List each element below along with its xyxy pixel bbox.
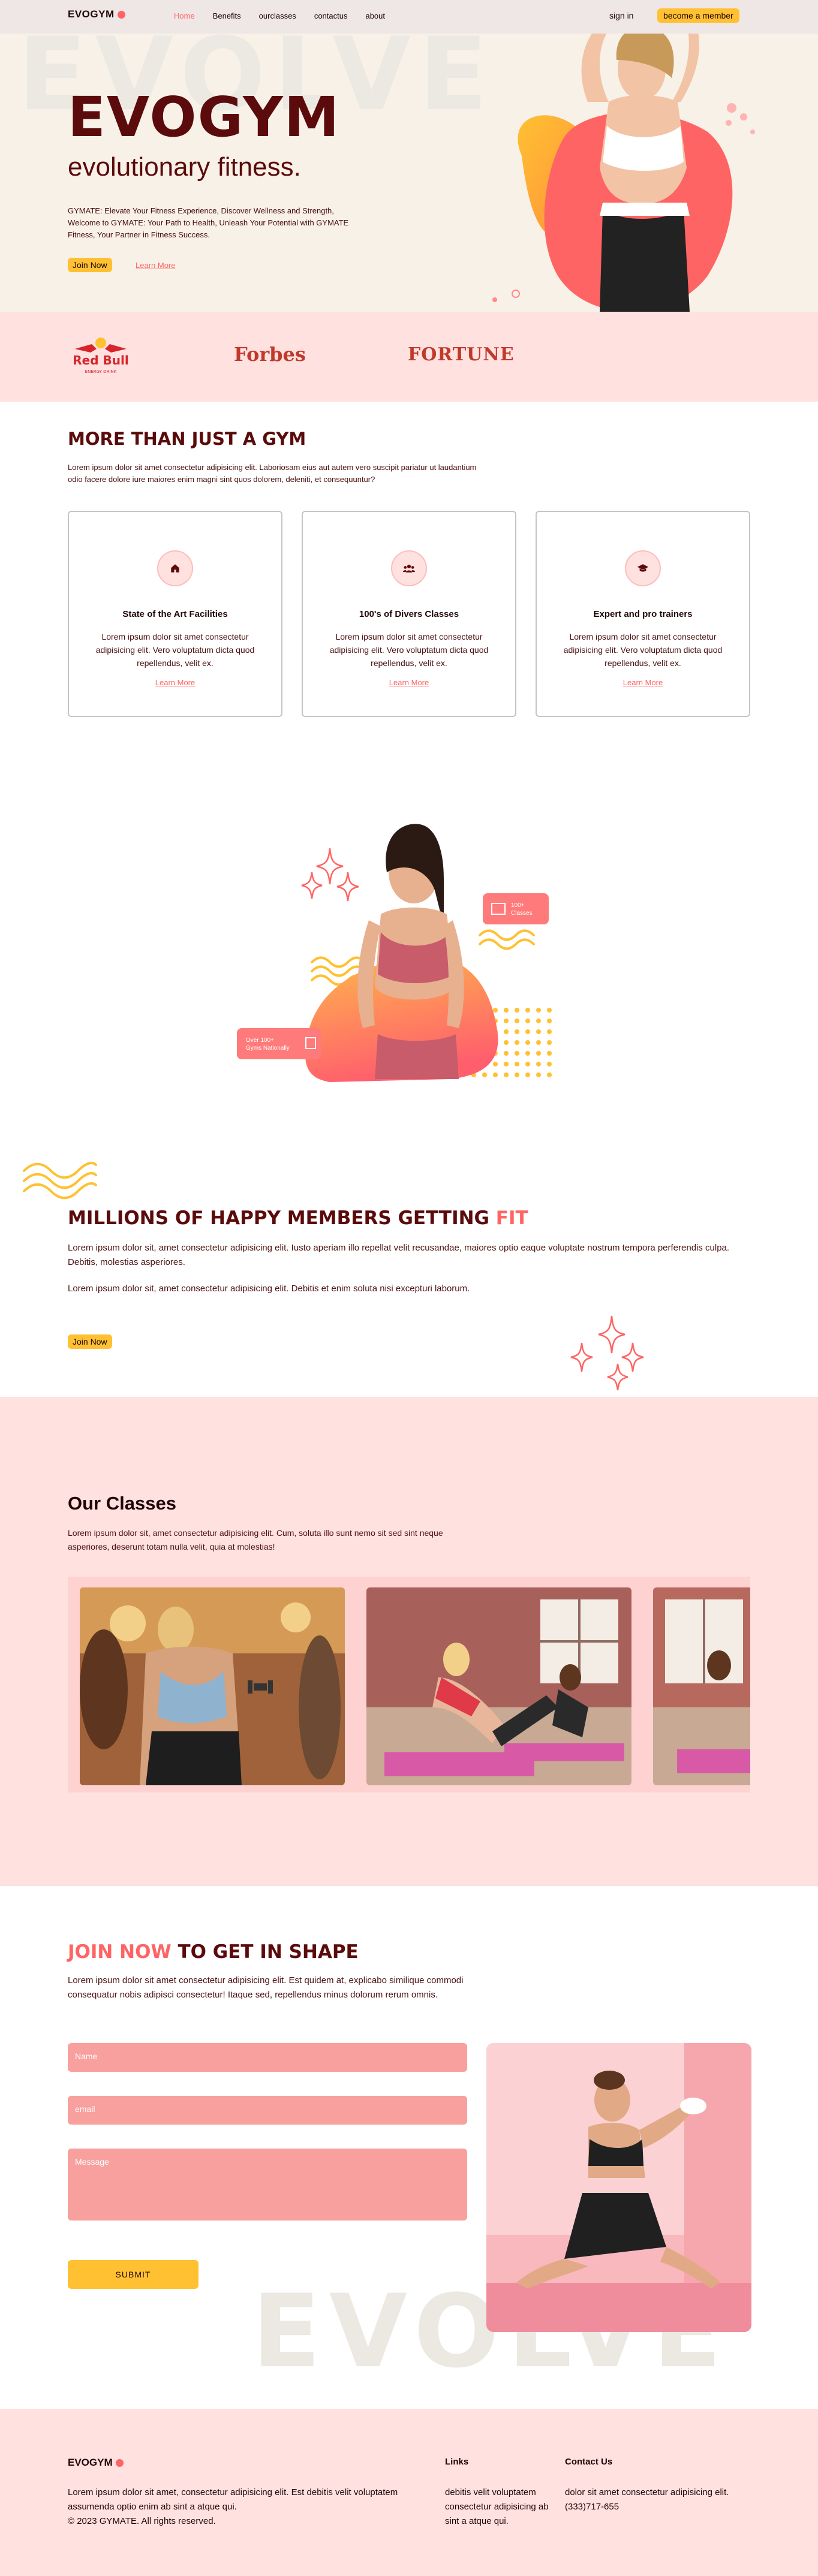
footer-logo-text: EVOGYM bbox=[68, 2457, 113, 2468]
footer-phone[interactable]: (333)717-655 bbox=[565, 2500, 757, 2514]
redbull-logo: Red Bull ENERGY DRINK bbox=[73, 338, 129, 374]
hero-title: EVOGYM bbox=[68, 85, 341, 149]
sign-in-link[interactable]: sign in bbox=[609, 11, 633, 20]
redbull-subtitle: ENERGY DRINK bbox=[85, 369, 117, 374]
benefit-card-learn-more[interactable]: Learn More bbox=[303, 678, 515, 687]
nav-logo[interactable]: EVOGYM bbox=[68, 8, 125, 20]
class-image-floor-exercise[interactable] bbox=[366, 1587, 631, 1785]
nav-link-home[interactable]: Home bbox=[174, 11, 195, 20]
home-icon bbox=[157, 550, 193, 586]
benefit-card-text: Lorem ipsum dolor sit amet consectetur a… bbox=[563, 632, 723, 668]
members-heading: MILLIONS OF HAPPY MEMBERS GETTING FIT bbox=[68, 1207, 528, 1229]
nav-link-benefits[interactable]: Benefits bbox=[213, 11, 241, 20]
fortune-logo: FORTUNE bbox=[408, 344, 515, 365]
benefit-card-learn-more[interactable]: Learn More bbox=[69, 678, 281, 687]
members-paragraph-1: Lorem ipsum dolor sit, amet consectetur … bbox=[68, 1243, 730, 1267]
benefit-card-title: Expert and pro trainers bbox=[593, 609, 693, 619]
decor-wave-left bbox=[23, 1162, 97, 1200]
class-image-group-class[interactable] bbox=[653, 1587, 750, 1785]
footer-copyright: © 2023 GYMATE. All rights reserved. bbox=[68, 2516, 216, 2526]
classes-heading: Our Classes bbox=[68, 1493, 176, 1514]
footer-about-text: Lorem ipsum dolor sit amet, consectetur … bbox=[68, 2487, 398, 2512]
classes-carousel[interactable] bbox=[68, 1577, 750, 1792]
nav-links: Home Benefits ourclasses contactus about bbox=[174, 11, 385, 20]
classes-section: Our Classes Lorem ipsum dolor sit, amet … bbox=[0, 1397, 818, 1886]
hero-join-button[interactable]: Join Now bbox=[68, 258, 112, 272]
become-member-button[interactable]: become a member bbox=[657, 8, 739, 23]
users-icon bbox=[391, 550, 427, 586]
graduation-cap-icon bbox=[625, 550, 661, 586]
footer-contact-title: Contact Us bbox=[565, 2457, 613, 2467]
classes-intro: Lorem ipsum dolor sit, amet consectetur … bbox=[68, 1528, 443, 1551]
benefit-card-text: Lorem ipsum dolor sit amet consectetur a… bbox=[95, 632, 255, 668]
join-intro: Lorem ipsum dolor sit amet consectetur a… bbox=[68, 1975, 464, 2000]
benefits-heading: MORE THAN JUST A GYM bbox=[68, 429, 306, 449]
logo-dot-icon bbox=[115, 2459, 124, 2467]
badge-gyms-line2: Gyms Nationally bbox=[246, 1045, 290, 1052]
benefit-card-text: Lorem ipsum dolor sit amet consectetur a… bbox=[329, 632, 489, 668]
hero-woman-illustration bbox=[492, 24, 755, 312]
name-field[interactable]: Name bbox=[68, 2043, 467, 2072]
members-heading-main: MILLIONS OF HAPPY MEMBERS GETTING bbox=[68, 1207, 496, 1229]
badge-gyms-line1: Over 100+ bbox=[246, 1037, 274, 1044]
badge-classes-label: Classes bbox=[511, 910, 533, 917]
members-heading-highlight: FIT bbox=[495, 1207, 528, 1229]
redbull-wordmark: Red Bull bbox=[73, 353, 128, 367]
footer-links-title: Links bbox=[445, 2457, 469, 2467]
footer: EVOGYM Lorem ipsum dolor sit amet, conse… bbox=[0, 2409, 818, 2576]
benefit-card-classes: 100's of Divers Classes Lorem ipsum dolo… bbox=[302, 511, 516, 717]
footer-about: Lorem ipsum dolor sit amet, consectetur … bbox=[68, 2485, 404, 2529]
footer-logo[interactable]: EVOGYM bbox=[68, 2457, 124, 2469]
sponsors-bar: Red Bull ENERGY DRINK Forbes FORTUNE bbox=[0, 312, 818, 402]
nav-link-ourclasses[interactable]: ourclasses bbox=[259, 11, 296, 20]
nav-link-contactus[interactable]: contactus bbox=[314, 11, 348, 20]
class-image-dumbbells[interactable] bbox=[80, 1587, 345, 1785]
join-woman-photo bbox=[486, 2043, 751, 2332]
join-heading-highlight: JOIN NOW bbox=[68, 1941, 172, 1963]
footer-contact: dolor sit amet consectetur adipisicing e… bbox=[565, 2485, 757, 2514]
decor-sparkles-icon bbox=[570, 1315, 644, 1391]
forbes-logo: Forbes bbox=[234, 343, 306, 366]
email-field[interactable]: email bbox=[68, 2096, 467, 2125]
members-woman-illustration: 100+ Classes Over 100+ Gyms Nationally bbox=[237, 824, 552, 1082]
nav-link-about[interactable]: about bbox=[365, 11, 385, 20]
join-heading-main: TO GET IN SHAPE bbox=[171, 1941, 359, 1963]
members-join-button[interactable]: Join Now bbox=[68, 1334, 112, 1349]
join-heading: JOIN NOW TO GET IN SHAPE bbox=[68, 1941, 359, 1963]
logo-dot-icon bbox=[117, 10, 125, 19]
benefit-card-learn-more[interactable]: Learn More bbox=[537, 678, 749, 687]
hero-subtitle: evolutionary fitness. bbox=[68, 152, 301, 182]
benefit-card-trainers: Expert and pro trainers Lorem ipsum dolo… bbox=[536, 511, 750, 717]
top-navbar: EVOGYM Home Benefits ourclasses contactu… bbox=[0, 0, 818, 34]
benefit-card-title: 100's of Divers Classes bbox=[359, 609, 459, 619]
benefit-card-title: State of the Art Facilities bbox=[122, 609, 228, 619]
footer-links-text[interactable]: debitis velit voluptatem consectetur adi… bbox=[445, 2485, 565, 2529]
footer-contact-text: dolor sit amet consectetur adipisicing e… bbox=[565, 2487, 729, 2497]
hero-learn-more-link[interactable]: Learn More bbox=[136, 261, 175, 270]
message-field[interactable]: Message bbox=[68, 2149, 467, 2221]
members-paragraph-2: Lorem ipsum dolor sit, amet consectetur … bbox=[68, 1284, 470, 1294]
submit-button[interactable]: SUBMIT bbox=[68, 2260, 199, 2289]
hero-section: EVOLVE EVOGYM evolutionary fitness. GYMA… bbox=[0, 0, 818, 312]
hero-description: GYMATE: Elevate Your Fitness Experience,… bbox=[68, 206, 349, 239]
benefits-intro: Lorem ipsum dolor sit amet consectetur a… bbox=[68, 463, 477, 484]
badge-classes-number: 100+ bbox=[511, 902, 525, 909]
nav-logo-text: EVOGYM bbox=[68, 8, 115, 20]
benefit-card-facilities: State of the Art Facilities Lorem ipsum … bbox=[68, 511, 282, 717]
